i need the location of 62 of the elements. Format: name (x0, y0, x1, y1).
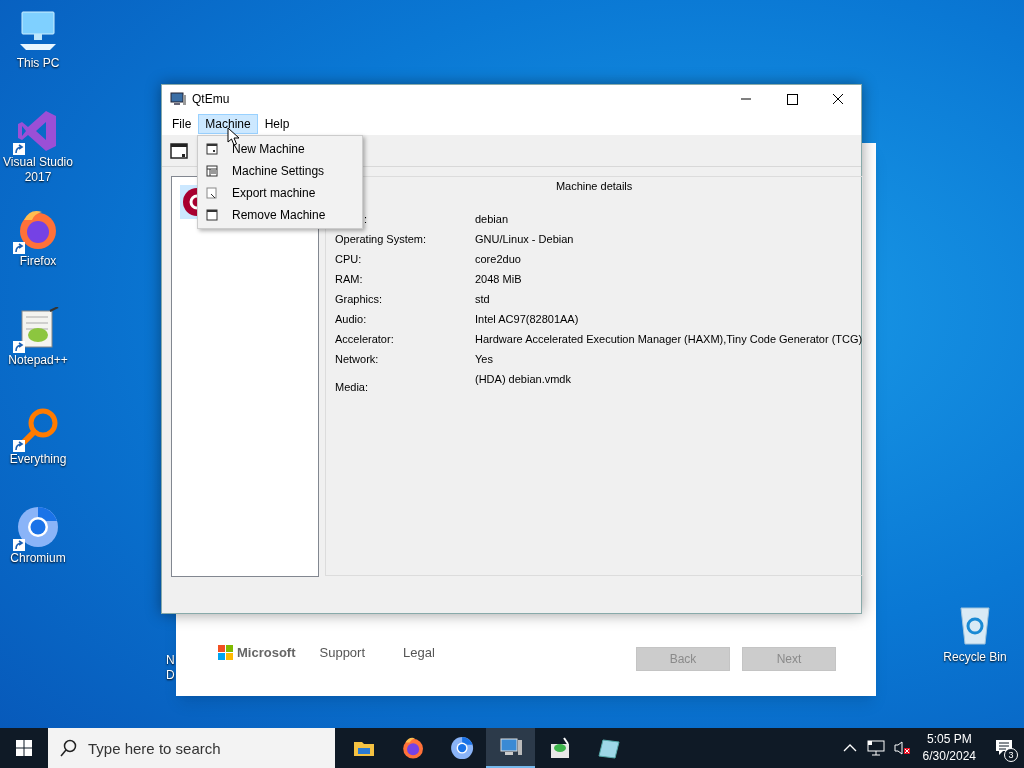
menu-item[interactable]: File (165, 114, 199, 134)
chromium-logo-icon (449, 736, 474, 760)
detail-label: Operating System: (335, 232, 428, 248)
desktop-icon-label[interactable]: This PC (16, 56, 60, 71)
desktop-icon-label[interactable]: Firefox (19, 254, 57, 269)
desktop-icon-label[interactable]: D (166, 668, 175, 683)
notification-count-badge: 3 (1004, 748, 1018, 762)
detail-value: Intel AC97(82801AA) (475, 312, 579, 328)
new-window-icon[interactable] (170, 141, 188, 160)
detail-value: std (475, 292, 490, 308)
taskbar-app-button[interactable] (486, 728, 535, 768)
chevron-up-icon[interactable] (842, 743, 857, 753)
dropdown-item[interactable]: Machine Settings (198, 160, 362, 182)
desktop-icon-label[interactable]: Recycle Bin (943, 648, 1007, 666)
dropdown-item[interactable]: Export machine (198, 182, 362, 204)
detail-value: Yes (475, 352, 493, 368)
detail-value: (HDA) debian.vmdk (475, 371, 571, 387)
speaker-muted-icon[interactable] (892, 740, 911, 756)
window-icon (206, 187, 218, 199)
detail-label: Media: (335, 380, 370, 395)
detail-label: : (363, 212, 369, 228)
detail-value: GNU/Linux - Debian (475, 232, 574, 248)
detail-label: Audio: (335, 312, 368, 328)
desktop-icon-label[interactable]: Visual Studio 2017 (0, 155, 76, 185)
group-title: Machine details (554, 179, 634, 194)
chromium-logo-icon[interactable] (16, 505, 60, 549)
menu-item[interactable]: Machine (198, 114, 258, 134)
detail-label: Network: (335, 352, 380, 368)
search-field[interactable]: Type here to search (48, 728, 335, 768)
search-icon (60, 739, 78, 757)
detail-value: 2048 MiB (475, 272, 522, 288)
detail-value: debian (475, 212, 509, 228)
detail-label: Accelerator: (335, 332, 395, 348)
desktop-icon-label[interactable]: Chromium (10, 551, 66, 566)
detail-label: CPU: (335, 252, 363, 268)
footer-link[interactable]: Support (319, 643, 366, 663)
footer-link[interactable]: Legal (403, 643, 435, 663)
windows-logo-icon (16, 740, 32, 756)
monitor-icon (170, 92, 186, 106)
dropdown-item[interactable]: New Machine (198, 138, 362, 160)
detail-value: Hardware Accelerated Execution Manager (HAXM),Tiny Code Generator (TCG) (475, 332, 863, 348)
desktop-icon-label[interactable]: Everything (9, 452, 67, 467)
fox-globe-icon (400, 736, 425, 760)
detail-value: core2duo (475, 252, 521, 268)
window-title: QtEmu (192, 91, 230, 108)
clock[interactable]: 5:05 PM 6/30/2024 (914, 731, 984, 765)
desktop-icon-label[interactable]: Notepad++ (8, 353, 68, 368)
detail-label: Graphics: (335, 292, 384, 308)
window-icon (206, 143, 218, 155)
menu-item[interactable]: Help (257, 114, 297, 134)
glass-pane-icon (596, 736, 621, 760)
detail-label: RAM: (335, 272, 364, 288)
network-icon[interactable] (866, 740, 885, 756)
brand-name: Microsoft (237, 644, 296, 662)
dropdown-item[interactable]: Remove Machine (198, 204, 362, 226)
four-squares-logo-icon (218, 645, 233, 661)
desktop-icon-label[interactable]: N (166, 653, 175, 668)
notification-button[interactable]: 3 (984, 728, 1024, 768)
clock-date: 6/30/2024 (922, 748, 976, 765)
clock-time: 5:05 PM (926, 731, 972, 748)
window-icon (206, 209, 218, 221)
window-icon (206, 165, 218, 177)
